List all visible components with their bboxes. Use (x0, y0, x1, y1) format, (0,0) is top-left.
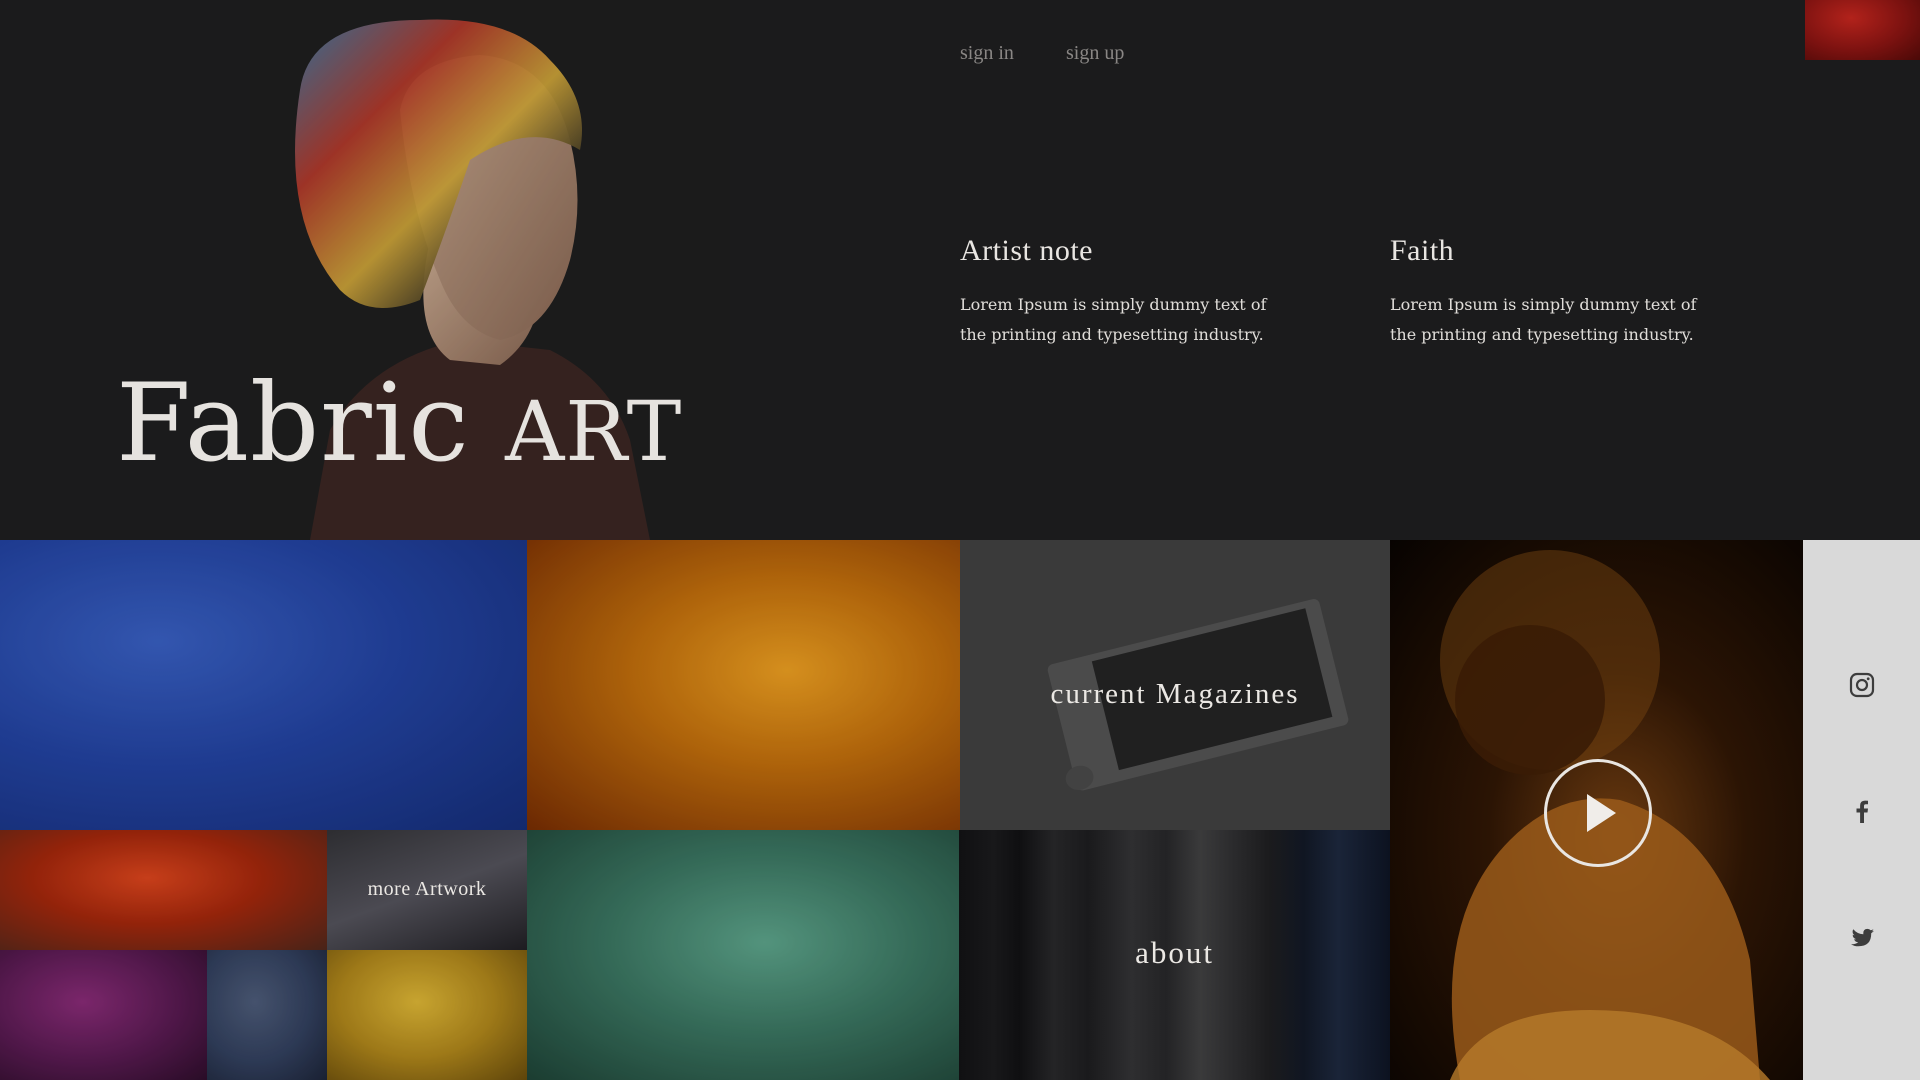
sign-in-link[interactable]: sign in (960, 42, 1014, 65)
fabric-tile-teal[interactable] (527, 830, 959, 1080)
faith-heading: Faith (1390, 234, 1455, 267)
artist-note-text: Lorem Ipsum is simply dummy text of the … (960, 295, 1267, 344)
faith-text: Lorem Ipsum is simply dummy text of the … (1390, 295, 1697, 344)
fabric-tile-slate[interactable] (207, 950, 327, 1080)
artist-note-block: Artist note Lorem Ipsum is simply dummy … (960, 234, 1280, 350)
current-magazines-label: current Magazines (1050, 678, 1300, 710)
play-icon (1587, 794, 1616, 832)
facebook-icon[interactable] (1847, 796, 1877, 826)
video-tile[interactable] (1390, 540, 1803, 1080)
hero-section: Fabric ART sign in sign up Artist note L… (0, 0, 1920, 540)
about-tile[interactable]: about (959, 830, 1390, 1080)
sign-up-link[interactable]: sign up (1066, 42, 1124, 65)
play-button[interactable] (1544, 759, 1652, 867)
social-sidebar (1803, 540, 1920, 1080)
current-magazines-tile[interactable]: current Magazines (960, 540, 1390, 830)
fabric-tile-gold[interactable] (327, 950, 527, 1080)
instagram-icon[interactable] (1847, 670, 1877, 700)
artist-note-heading: Artist note (960, 234, 1093, 267)
faith-note-block: Faith Lorem Ipsum is simply dummy text o… (1390, 234, 1710, 350)
site-title: Fabric ART (116, 361, 683, 486)
fabric-tile-red[interactable] (0, 830, 327, 950)
fabric-tile-orange[interactable] (527, 540, 960, 830)
fabric-thumbnail-red (1805, 0, 1920, 60)
more-artwork-label: more Artwork (367, 878, 487, 900)
about-label: about (1135, 935, 1214, 970)
fabric-tile-purple[interactable] (0, 950, 207, 1080)
more-artwork-tile[interactable]: more Artwork (327, 830, 527, 950)
fabric-tile-blue[interactable] (0, 540, 527, 830)
twitter-icon[interactable] (1847, 923, 1877, 953)
